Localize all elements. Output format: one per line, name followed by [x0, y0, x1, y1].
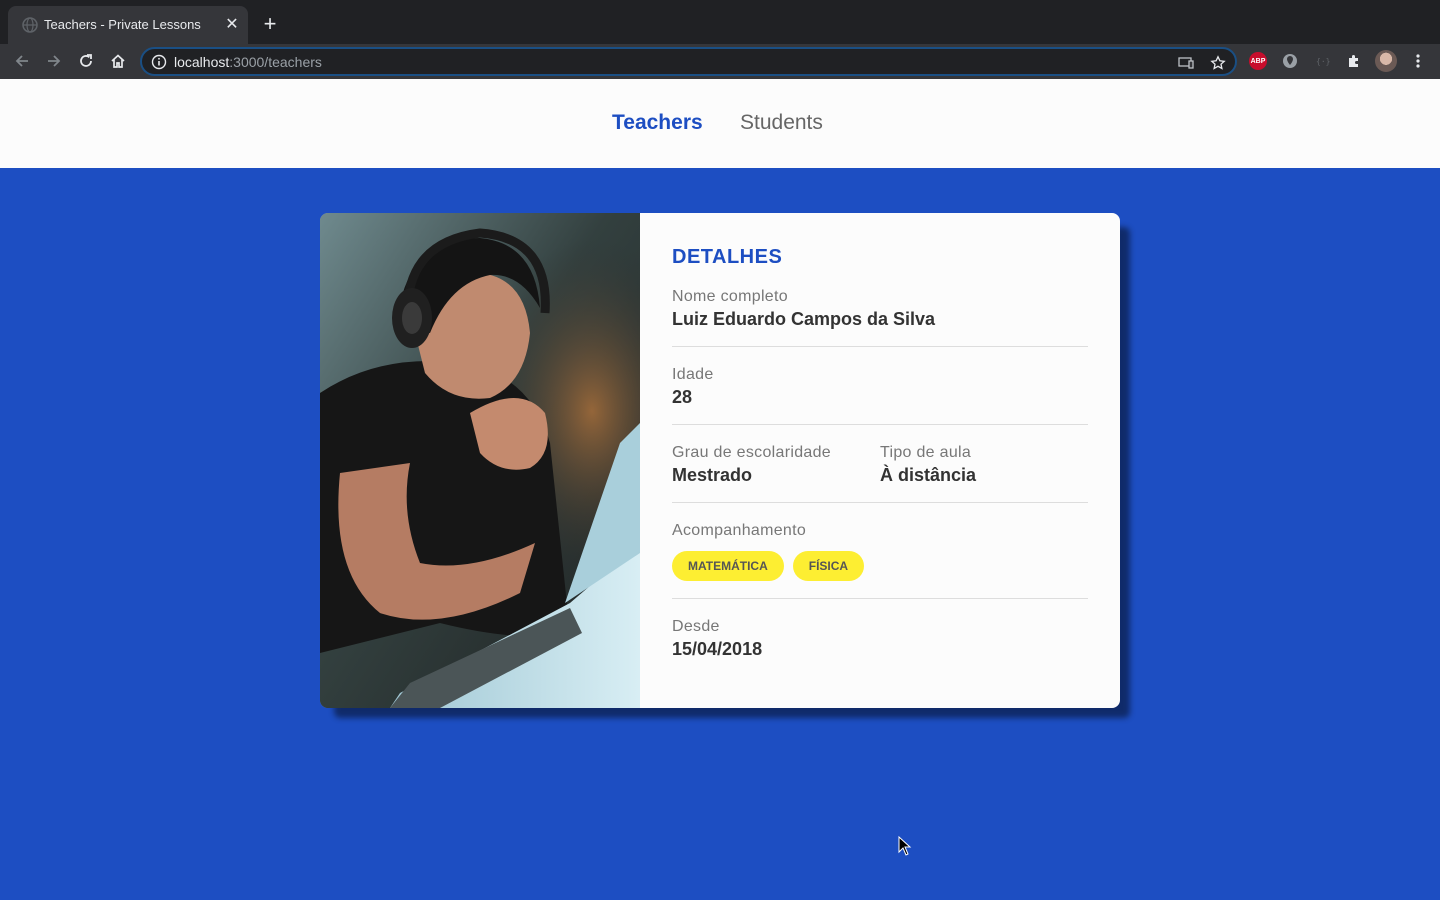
tab-strip: Teachers - Private Lessons ✕ +: [0, 0, 1440, 44]
address-bar[interactable]: localhost:3000/teachers: [140, 47, 1237, 76]
divider: [672, 424, 1088, 425]
field-education: Grau de escolaridade Mestrado: [672, 444, 831, 486]
field-label: Idade: [672, 366, 714, 383]
adblock-extension-icon[interactable]: ABP: [1247, 50, 1269, 72]
field-value: Luiz Eduardo Campos da Silva: [672, 309, 936, 329]
teacher-photo: [320, 213, 640, 708]
field-subjects: Acompanhamento MATEMÁTICA FÍSICA: [672, 522, 1088, 581]
field-label: Acompanhamento: [672, 522, 807, 539]
nav-link-teachers[interactable]: Teachers: [612, 111, 703, 135]
avatar-image: [1375, 50, 1397, 72]
divider: [672, 346, 1088, 347]
subject-pill: MATEMÁTICA: [672, 551, 784, 581]
field-label: Nome completo: [672, 288, 788, 305]
field-full-name: Nome completo Luiz Eduardo Campos da Sil…: [672, 288, 1088, 330]
code-extension-icon[interactable]: {·}: [1311, 50, 1333, 72]
back-arrow-icon[interactable]: [9, 48, 35, 74]
location-extension-icon[interactable]: [1279, 50, 1301, 72]
site-header: Teachers Students: [0, 79, 1440, 168]
svg-text:{·}: {·}: [1316, 57, 1330, 66]
forward-arrow-icon[interactable]: [41, 48, 67, 74]
puzzle-icon[interactable]: [1343, 50, 1365, 72]
field-value: Mestrado: [672, 465, 753, 485]
field-label: Desde: [672, 618, 720, 635]
nav-link-students[interactable]: Students: [740, 111, 823, 135]
field-row-education-class: Grau de escolaridade Mestrado Tipo de au…: [672, 444, 1088, 494]
teacher-card: DETALHES Nome completo Luiz Eduardo Camp…: [320, 213, 1120, 708]
plus-icon[interactable]: +: [258, 13, 282, 37]
field-age: Idade 28: [672, 366, 1088, 408]
browser-toolbar: localhost:3000/teachers ABP {·}: [0, 44, 1440, 79]
info-icon[interactable]: [151, 54, 167, 70]
mouse-cursor-icon: [898, 835, 912, 856]
adblock-label: ABP: [1249, 52, 1267, 70]
url-path: :3000/teachers: [229, 54, 322, 70]
field-value: 15/04/2018: [672, 639, 763, 659]
details-title: DETALHES: [672, 246, 783, 268]
reload-icon[interactable]: [73, 48, 99, 74]
subject-pills: MATEMÁTICA FÍSICA: [672, 551, 1088, 581]
kebab-menu-icon[interactable]: [1407, 50, 1429, 72]
divider: [672, 598, 1088, 599]
browser-chrome: Teachers - Private Lessons ✕ + localhost…: [0, 0, 1440, 79]
field-label: Grau de escolaridade: [672, 444, 831, 461]
subject-pill: FÍSICA: [792, 551, 865, 581]
star-icon[interactable]: [1208, 53, 1228, 73]
field-value: À distância: [880, 465, 977, 485]
field-label: Tipo de aula: [880, 444, 972, 461]
cast-icon[interactable]: [1176, 53, 1196, 73]
url-text: localhost:3000/teachers: [174, 54, 322, 70]
divider: [672, 502, 1088, 503]
field-since: Desde 15/04/2018: [672, 618, 1088, 660]
globe-icon: [22, 17, 38, 33]
close-icon[interactable]: ✕: [222, 15, 242, 35]
browser-tab[interactable]: Teachers - Private Lessons ✕: [8, 6, 248, 44]
field-class-type: Tipo de aula À distância: [880, 444, 976, 486]
tab-title: Teachers - Private Lessons: [44, 17, 201, 32]
url-host: localhost: [174, 54, 230, 70]
field-value: 28: [672, 387, 693, 407]
home-icon[interactable]: [105, 48, 131, 74]
profile-avatar[interactable]: [1375, 50, 1397, 72]
